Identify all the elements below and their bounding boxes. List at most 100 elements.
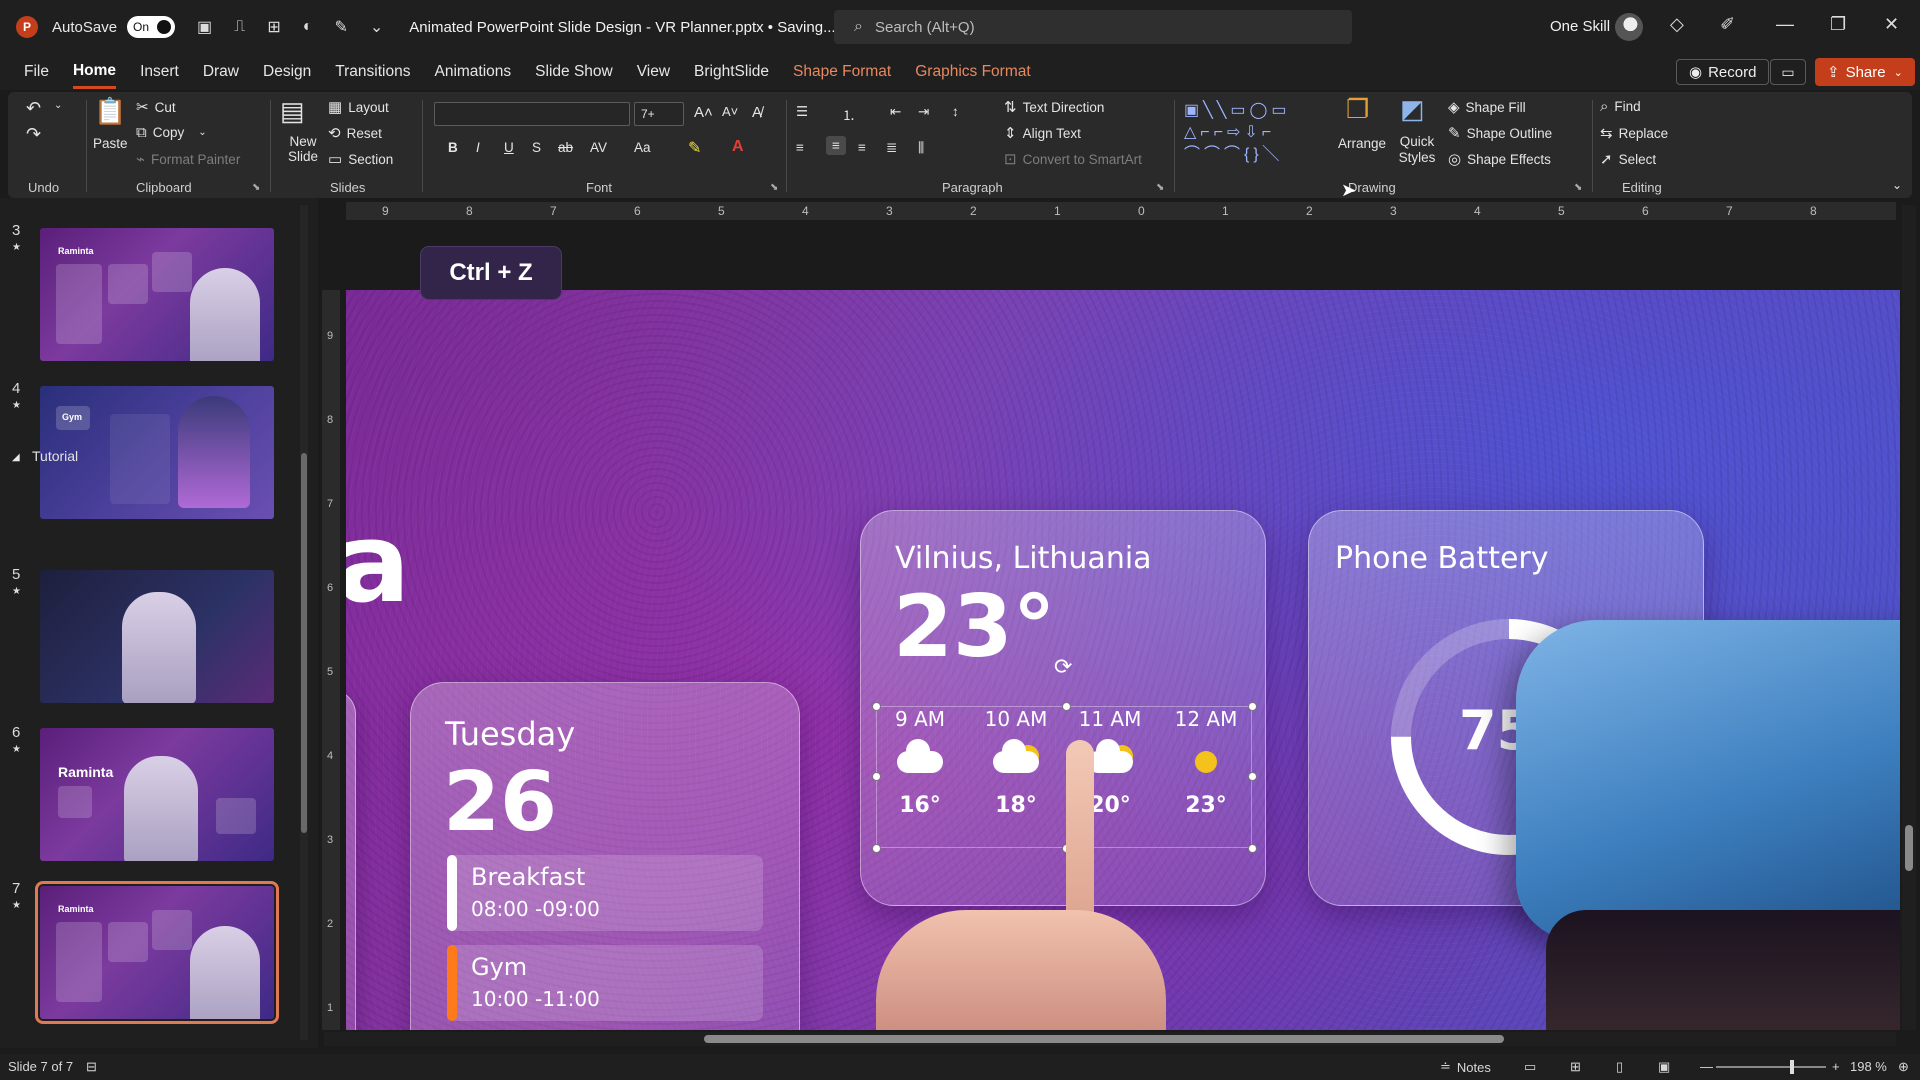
scroll-thumb[interactable] bbox=[704, 1035, 1504, 1043]
format-painter-button[interactable]: ⌁ Format Painter bbox=[136, 150, 240, 168]
decrease-indent-icon[interactable]: ⇤ bbox=[890, 104, 901, 120]
select-button[interactable]: ➚ Select bbox=[1600, 150, 1656, 168]
zoom-in-icon[interactable]: + bbox=[1832, 1059, 1840, 1074]
quick-styles-icon[interactable]: ◩ bbox=[1400, 94, 1425, 125]
resize-handle[interactable] bbox=[1248, 772, 1257, 781]
zoom-out-icon[interactable]: — bbox=[1700, 1059, 1713, 1074]
new-slide-button[interactable]: New Slide bbox=[278, 134, 328, 164]
tab-shape-format[interactable]: Shape Format bbox=[793, 57, 891, 87]
section-button[interactable]: ▭ Section bbox=[328, 150, 393, 168]
shape-fill-button[interactable]: ◈ Shape Fill bbox=[1448, 98, 1526, 116]
slide-thumbnail-7[interactable]: Raminta bbox=[35, 881, 279, 1024]
thumbnails-scrollbar[interactable] bbox=[300, 205, 308, 1040]
tab-design[interactable]: Design bbox=[263, 57, 311, 87]
tab-file[interactable]: File bbox=[24, 57, 49, 87]
layout-icon[interactable]: ⊞ bbox=[267, 17, 280, 37]
layout-button[interactable]: ▦ Layout bbox=[328, 98, 389, 116]
zoom-slider-thumb[interactable] bbox=[1790, 1060, 1794, 1074]
italic-icon[interactable]: I bbox=[476, 140, 480, 155]
align-text-button[interactable]: ⇕ Align Text bbox=[1004, 124, 1081, 142]
record-button[interactable]: ◉ Record bbox=[1676, 59, 1770, 85]
columns-icon[interactable]: ⫼ bbox=[918, 140, 924, 156]
notes-button[interactable]: ≐ Notes bbox=[1440, 1059, 1491, 1075]
collapse-section-icon[interactable]: ◢ bbox=[12, 452, 20, 463]
diamond-icon[interactable]: ◇ bbox=[1670, 14, 1684, 35]
scroll-thumb[interactable] bbox=[1905, 825, 1913, 871]
accessibility-icon[interactable]: ⊟ bbox=[86, 1059, 97, 1075]
cut-button[interactable]: ✂ Cut bbox=[136, 98, 176, 116]
font-color-icon[interactable]: A bbox=[732, 138, 744, 156]
slide-thumbnail-6[interactable]: Raminta bbox=[40, 728, 274, 861]
change-case-icon[interactable]: Aa bbox=[634, 140, 651, 155]
underline-icon[interactable]: U bbox=[504, 140, 514, 155]
slide-thumbnail-5[interactable] bbox=[40, 570, 274, 703]
tab-slide-show[interactable]: Slide Show bbox=[535, 57, 613, 87]
save-icon[interactable]: ▣ bbox=[197, 17, 212, 37]
copy-button[interactable]: ⧉ Copy ⌄ bbox=[136, 124, 207, 141]
autosave-toggle[interactable]: On bbox=[127, 16, 176, 38]
resize-handle[interactable] bbox=[872, 772, 881, 781]
justify-icon[interactable]: ≣ bbox=[886, 140, 897, 156]
replace-button[interactable]: ⇆ Replace bbox=[1600, 124, 1668, 142]
pen-icon[interactable]: ✐ bbox=[1720, 14, 1735, 35]
reading-view-icon[interactable]: ▯ bbox=[1616, 1059, 1623, 1075]
resize-handle[interactable] bbox=[1248, 844, 1257, 853]
highlight-icon[interactable]: ✎ bbox=[688, 138, 701, 158]
resize-handle[interactable] bbox=[1248, 702, 1257, 711]
tab-transitions[interactable]: Transitions bbox=[335, 57, 410, 87]
rotate-handle-icon[interactable]: ⟳ bbox=[1054, 654, 1072, 680]
tab-home[interactable]: Home bbox=[72, 56, 117, 89]
arrange-button[interactable]: Arrange bbox=[1338, 136, 1386, 151]
dialog-launcher-icon[interactable]: ⬊ bbox=[1574, 182, 1582, 193]
increase-indent-icon[interactable]: ⇥ bbox=[918, 104, 929, 120]
event-breakfast[interactable]: Breakfast 08:00 -09:00 bbox=[447, 855, 763, 931]
slide-thumbnail-3[interactable]: Raminta bbox=[40, 228, 274, 361]
undo-icon[interactable]: ↶ bbox=[26, 98, 41, 119]
chevron-down-icon[interactable]: ⌄ bbox=[54, 100, 62, 111]
resize-handle[interactable] bbox=[872, 844, 881, 853]
shape-effects-button[interactable]: ◎ Shape Effects bbox=[1448, 150, 1551, 168]
minimize-icon[interactable]: — bbox=[1776, 14, 1794, 35]
bold-icon[interactable]: B bbox=[448, 140, 458, 155]
arrange-icon[interactable]: ❐ bbox=[1346, 94, 1369, 125]
tab-animations[interactable]: Animations bbox=[434, 57, 511, 87]
convert-smartart-button[interactable]: ⊡ Convert to SmartArt bbox=[1004, 150, 1142, 168]
zoom-level[interactable]: 198 % bbox=[1850, 1059, 1887, 1074]
strikethrough-icon[interactable]: ab bbox=[558, 140, 573, 155]
normal-view-icon[interactable]: ▭ bbox=[1524, 1059, 1536, 1075]
decrease-font-icon[interactable]: A˅ bbox=[722, 104, 738, 119]
close-icon[interactable]: ✕ bbox=[1884, 14, 1899, 35]
align-right-icon[interactable]: ≡ bbox=[858, 140, 866, 155]
clear-formatting-icon[interactable]: A̸ bbox=[752, 104, 762, 121]
slide-sorter-icon[interactable]: ⊞ bbox=[1570, 1059, 1581, 1075]
resize-handle[interactable] bbox=[872, 702, 881, 711]
font-name-select[interactable] bbox=[434, 102, 630, 126]
find-button[interactable]: ⌕ Find bbox=[1600, 98, 1641, 115]
shadow-icon[interactable]: S bbox=[532, 140, 541, 155]
shape-outline-button[interactable]: ✎ Shape Outline bbox=[1448, 124, 1552, 142]
redo-icon[interactable]: ↷ bbox=[26, 124, 41, 145]
restore-icon[interactable]: ❐ bbox=[1830, 14, 1846, 35]
scroll-thumb[interactable] bbox=[301, 453, 307, 833]
fit-slide-icon[interactable]: ⊕ bbox=[1898, 1059, 1909, 1075]
tab-insert[interactable]: Insert bbox=[140, 57, 179, 87]
tab-view[interactable]: View bbox=[637, 57, 670, 87]
tab-graphics-format[interactable]: Graphics Format bbox=[915, 57, 1030, 87]
dialog-launcher-icon[interactable]: ⬊ bbox=[770, 182, 778, 193]
resize-handle[interactable] bbox=[1062, 702, 1071, 711]
horizontal-scrollbar[interactable] bbox=[324, 1032, 1896, 1046]
user-name[interactable]: One Skill bbox=[1550, 18, 1610, 35]
slide-canvas[interactable]: a Tuesday 26 Breakfast 08:00 -09:00 Gym … bbox=[346, 290, 1900, 1030]
avatar[interactable] bbox=[1615, 13, 1643, 41]
reset-button[interactable]: ⟲ Reset bbox=[328, 124, 382, 142]
dialog-launcher-icon[interactable]: ⬊ bbox=[1156, 182, 1164, 193]
event-gym[interactable]: Gym 10:00 -11:00 bbox=[447, 945, 763, 1021]
tab-draw[interactable]: Draw bbox=[203, 57, 239, 87]
slideshow-icon[interactable]: ▣ bbox=[1658, 1059, 1670, 1075]
zoom-slider[interactable] bbox=[1716, 1060, 1826, 1074]
quick-styles-button[interactable]: Quick Styles bbox=[1392, 134, 1442, 166]
comments-button[interactable]: ▭ bbox=[1770, 59, 1806, 85]
shape-icon[interactable]: ◐ bbox=[303, 18, 313, 36]
day-card[interactable]: Tuesday 26 Breakfast 08:00 -09:00 Gym 10… bbox=[410, 682, 800, 1030]
text-direction-button[interactable]: ⇅ Text Direction bbox=[1004, 98, 1104, 116]
